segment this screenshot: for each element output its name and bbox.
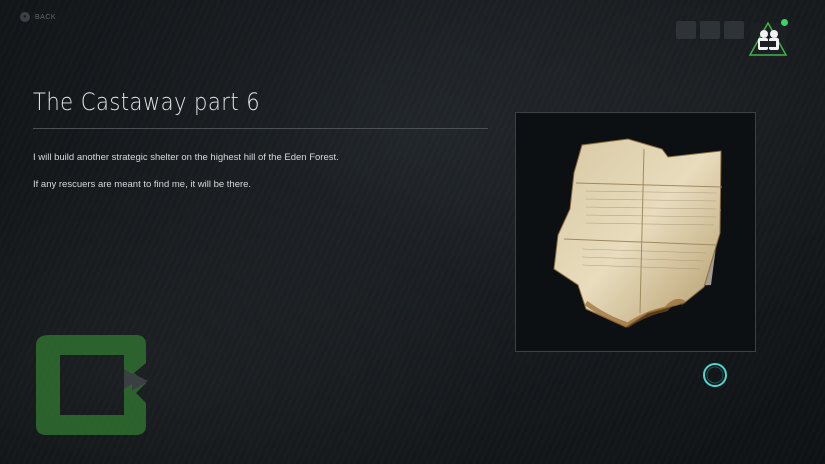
title-divider — [33, 128, 488, 129]
back-button[interactable]: ● BACK — [20, 12, 56, 22]
back-label: BACK — [35, 13, 57, 21]
document-preview — [515, 112, 756, 352]
status-slot — [676, 21, 696, 39]
logo-icon — [36, 335, 148, 435]
player-avatar[interactable] — [748, 19, 788, 59]
document-title: The Castaway part 6 — [33, 88, 261, 116]
document-body: I will build another strategic shelter o… — [33, 151, 488, 205]
torn-paper-icon — [553, 138, 723, 328]
document-paragraph: I will build another strategic shelter o… — [33, 152, 339, 163]
status-slot — [700, 21, 720, 39]
divider-tick: · · — [33, 131, 37, 136]
b-button-icon: ● — [20, 12, 30, 22]
selection-cursor[interactable] — [702, 362, 728, 388]
cursor-ring-icon — [703, 363, 727, 387]
document-paragraph: If any rescuers are meant to find me, it… — [33, 179, 252, 190]
game-logo — [36, 335, 154, 437]
status-slot — [724, 21, 744, 39]
online-status-dot — [781, 19, 788, 26]
status-slots — [676, 21, 744, 39]
